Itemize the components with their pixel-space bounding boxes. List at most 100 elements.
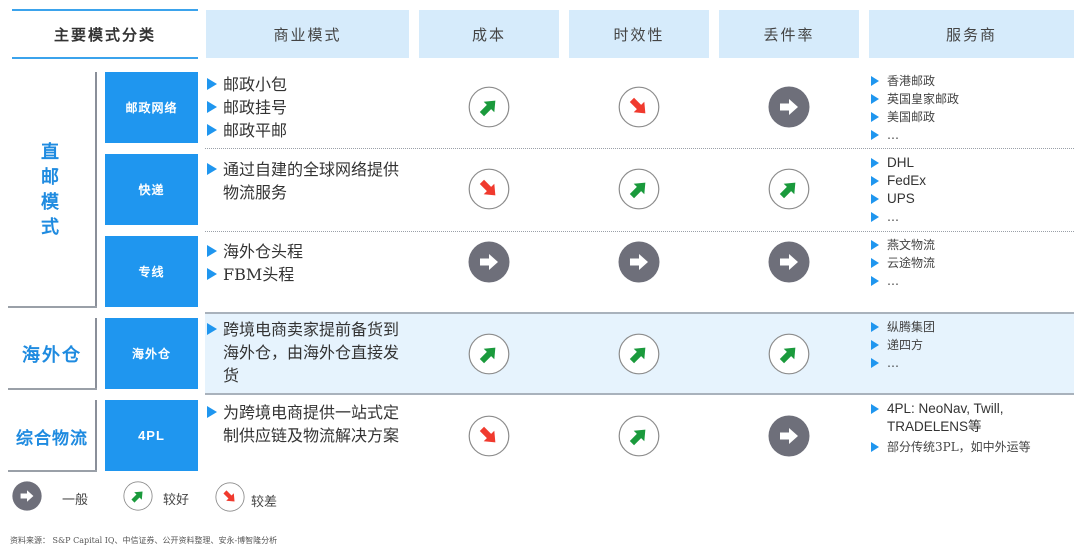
bullet-triangle-icon: [207, 245, 217, 257]
list-item: …: [871, 208, 1076, 226]
bullet-triangle-icon: [871, 158, 879, 168]
arrow-right-gray-circle-icon: [12, 481, 42, 511]
bullet-triangle-icon: [871, 76, 879, 86]
arrow-down-right-red-icon: [468, 415, 510, 457]
model-text: 为跨境电商提供一站式定制供应链及物流解决方案: [223, 403, 400, 445]
legend-good-label: 较好: [163, 493, 190, 508]
header-category: 主要模式分类: [12, 9, 198, 59]
model-list-express: 通过自建的全球网络提供物流服务: [207, 158, 403, 204]
row-divider: [205, 148, 1074, 149]
list-item: 香港邮政: [871, 72, 1076, 90]
arrow-up-right-green-icon: [618, 168, 660, 210]
group-label-direct: 直 邮 模 式: [30, 140, 70, 240]
list-item: 跨境电商卖家提前备货到海外仓，由海外仓直接发货: [207, 318, 403, 387]
bullet-triangle-icon: [871, 130, 879, 140]
row-divider: [205, 393, 1074, 395]
arrow-up-right-green-icon: [618, 415, 660, 457]
provider-text: …: [887, 274, 899, 288]
list-item: FBM头程: [207, 263, 407, 286]
bullet-triangle-icon: [871, 240, 879, 250]
provider-text: …: [887, 356, 899, 370]
category-dedicated-line: 专线: [105, 236, 198, 307]
group-bracket-direct: [95, 72, 97, 308]
model-list-postal: 邮政小包 邮政挂号 邮政平邮: [207, 73, 407, 142]
provider-text: DHL: [887, 155, 915, 170]
list-item: 部分传统3PL，如中外运等: [871, 438, 1071, 456]
list-item: 纵腾集团: [871, 318, 1076, 336]
legend-poor-label: 较差: [251, 495, 278, 510]
bullet-triangle-icon: [871, 112, 879, 122]
list-item: 递四方: [871, 336, 1076, 354]
providers-dedicated: 燕文物流 云途物流 …: [871, 236, 1076, 290]
bullet-triangle-icon: [871, 322, 879, 332]
provider-text: 燕文物流: [887, 238, 936, 252]
header-loss-rate: 丢件率: [719, 10, 859, 58]
arrow-down-right-red-icon: [618, 86, 660, 128]
bullet-triangle-icon: [871, 340, 879, 350]
bullet-triangle-icon: [871, 358, 879, 368]
provider-text: 纵腾集团: [887, 320, 936, 334]
group-label-integrated: 综合物流: [16, 428, 88, 449]
row-divider: [205, 231, 1074, 232]
list-item: UPS: [871, 190, 1076, 208]
row-divider: [205, 312, 1074, 314]
list-item: …: [871, 272, 1076, 290]
arrow-up-right-green-icon: [618, 333, 660, 375]
group-bracket-direct-bottom: [8, 306, 97, 308]
arrow-up-right-green-icon: [468, 86, 510, 128]
providers-overseas: 纵腾集团 递四方 …: [871, 318, 1076, 372]
legend-neutral-label: 一般: [62, 493, 89, 508]
source-footnote: 资料来源： S&P Capital IQ、中信证券、公开资料整理、安永-博智隆分…: [10, 536, 278, 545]
arrow-up-right-green-icon: [468, 333, 510, 375]
bullet-triangle-icon: [207, 78, 217, 90]
model-list-overseas: 跨境电商卖家提前备货到海外仓，由海外仓直接发货: [207, 318, 403, 387]
bullet-triangle-icon: [207, 163, 217, 175]
list-item: …: [871, 354, 1076, 372]
arrow-right-gray-circle-icon: [768, 241, 810, 283]
category-postal: 邮政网络: [105, 72, 198, 143]
group-label-char: 式: [41, 217, 59, 238]
provider-text: 4PL: NeoNav, Twill, TRADELENS等: [887, 401, 1004, 434]
list-item: 燕文物流: [871, 236, 1076, 254]
list-item: …: [871, 126, 1076, 144]
providers-postal: 香港邮政 英国皇家邮政 美国邮政 …: [871, 72, 1076, 144]
category-4pl: 4PL: [105, 400, 198, 471]
bullet-triangle-icon: [871, 276, 879, 286]
providers-4pl: 4PL: NeoNav, Twill, TRADELENS等 部分传统3PL，如…: [871, 400, 1071, 456]
bullet-triangle-icon: [207, 268, 217, 280]
provider-text: 美国邮政: [887, 110, 936, 124]
category-express: 快递: [105, 154, 198, 225]
list-item: 美国邮政: [871, 108, 1076, 126]
arrow-up-right-green-icon: [768, 333, 810, 375]
provider-text: 云途物流: [887, 256, 936, 270]
bullet-triangle-icon: [871, 94, 879, 104]
model-text: 邮政小包: [223, 75, 288, 94]
list-item: 为跨境电商提供一站式定制供应链及物流解决方案: [207, 401, 403, 447]
list-item: 4PL: NeoNav, Twill, TRADELENS等: [871, 400, 1071, 436]
bullet-triangle-icon: [871, 258, 879, 268]
group-label-char: 邮: [41, 167, 59, 188]
arrow-right-gray-circle-icon: [768, 415, 810, 457]
provider-text: …: [887, 210, 899, 224]
list-item: 邮政平邮: [207, 119, 407, 142]
model-text: 邮政挂号: [223, 98, 288, 117]
arrow-down-right-red-icon: [215, 482, 245, 512]
bullet-triangle-icon: [871, 442, 879, 452]
bullet-triangle-icon: [871, 212, 879, 222]
list-item: 云途物流: [871, 254, 1076, 272]
arrow-down-right-red-icon: [468, 168, 510, 210]
provider-text: 部分传统3PL，如中外运等: [887, 440, 1031, 454]
arrow-up-right-green-icon: [123, 481, 153, 511]
provider-text: 递四方: [887, 338, 924, 352]
category-overseas-warehouse: 海外仓: [105, 318, 198, 389]
list-item: FedEx: [871, 172, 1076, 190]
arrow-right-gray-circle-icon: [618, 241, 660, 283]
group-label-overseas: 海外仓: [22, 345, 82, 366]
list-item: DHL: [871, 154, 1076, 172]
model-list-4pl: 为跨境电商提供一站式定制供应链及物流解决方案: [207, 401, 403, 447]
list-item: 邮政小包: [207, 73, 407, 96]
header-cost: 成本: [419, 10, 559, 58]
bullet-triangle-icon: [871, 176, 879, 186]
bullet-triangle-icon: [207, 323, 217, 335]
bullet-triangle-icon: [207, 406, 217, 418]
